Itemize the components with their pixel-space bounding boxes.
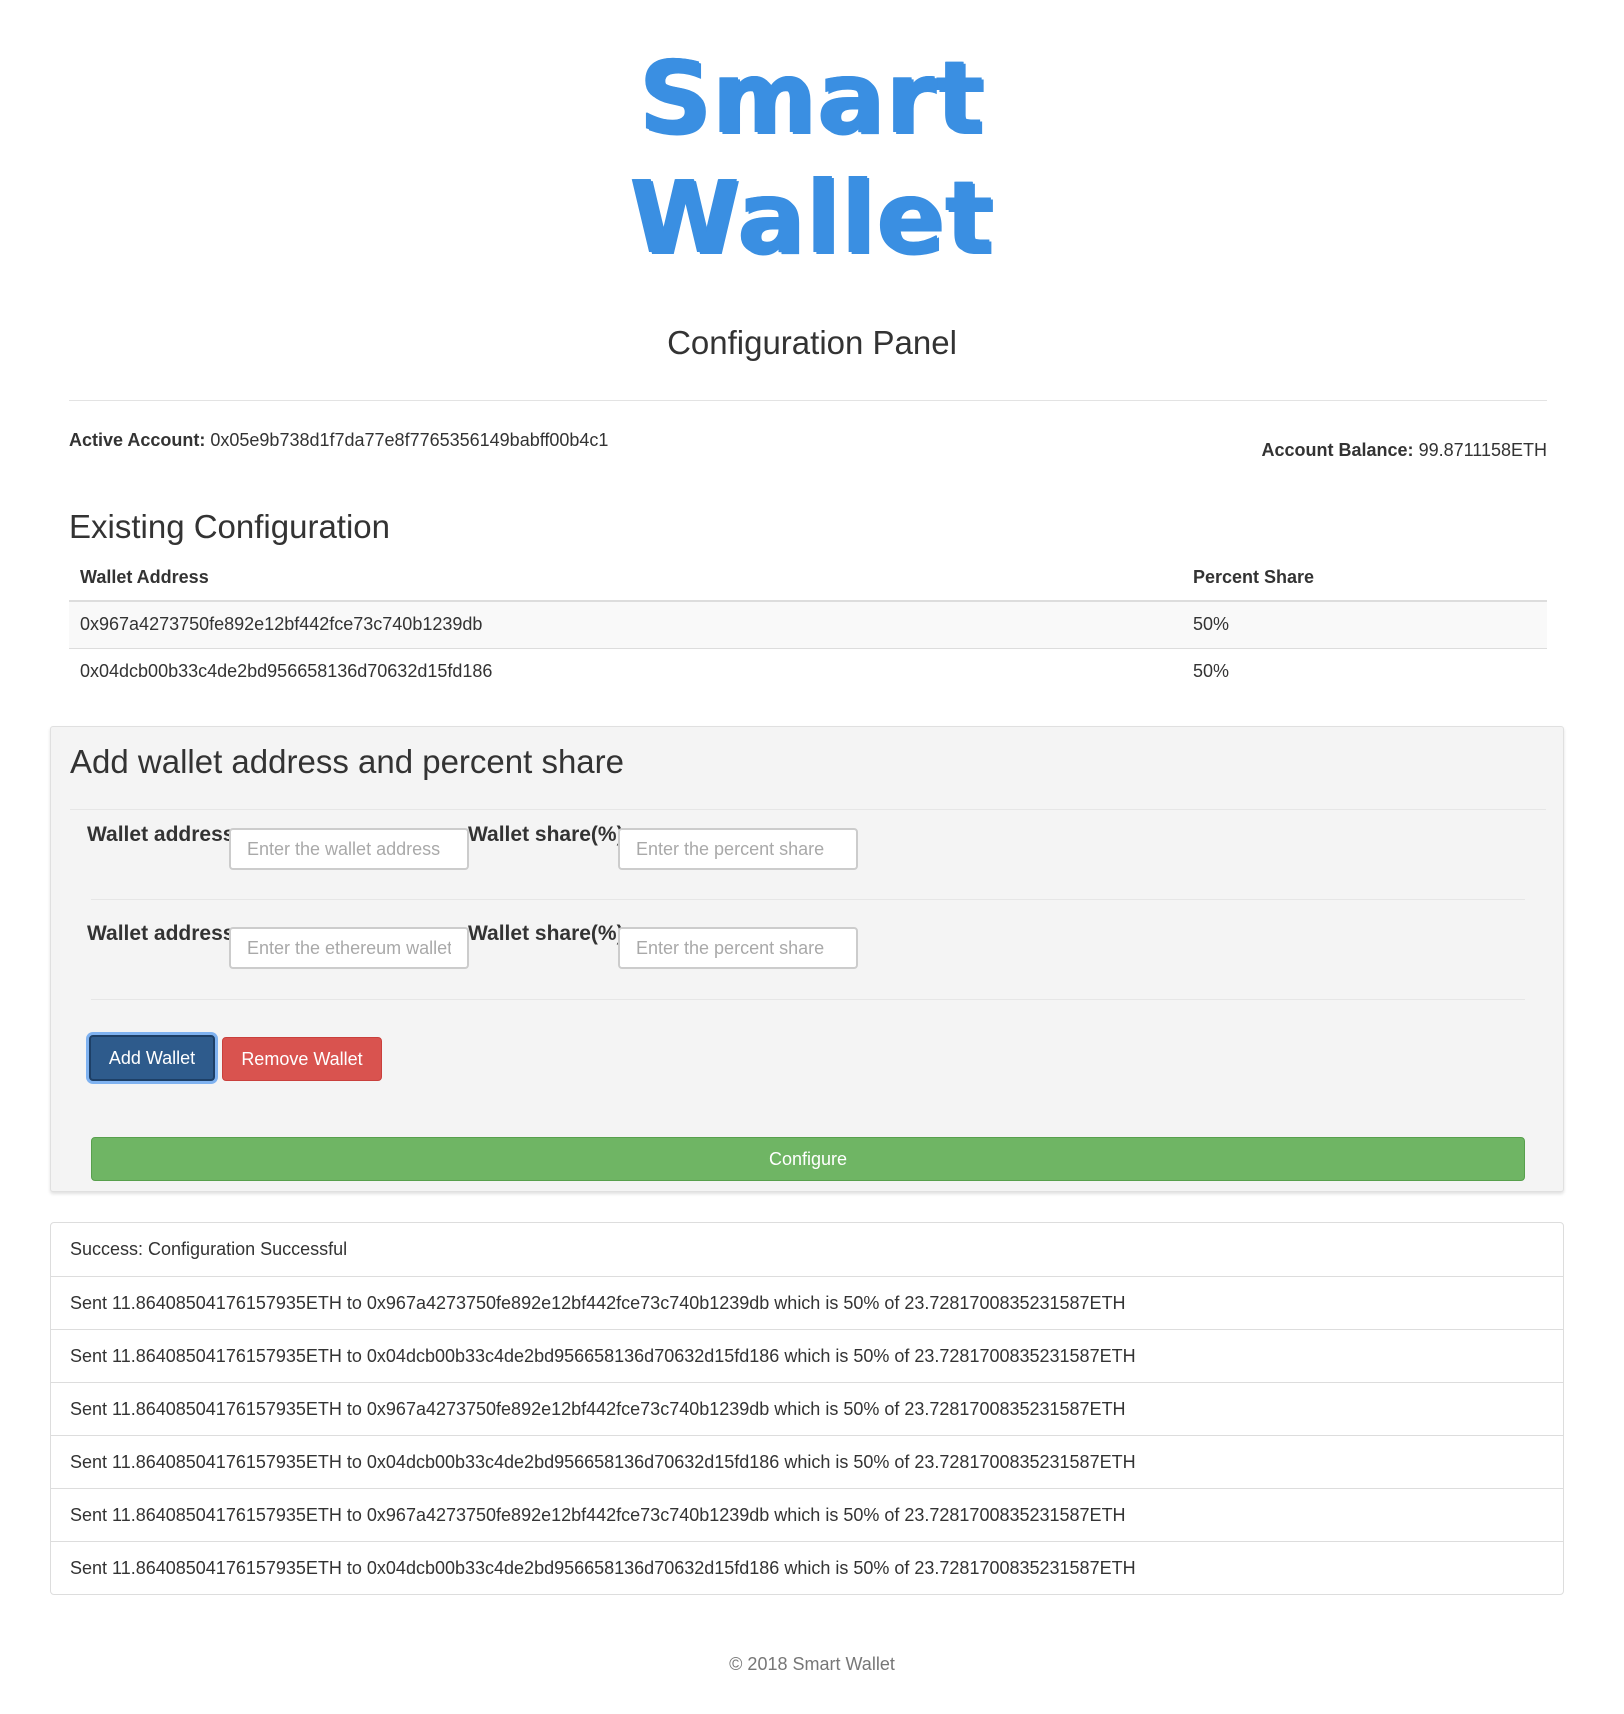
wallet-address-cell: 0x04dcb00b33c4de2bd956658136d70632d15fd1… xyxy=(69,648,1182,695)
wallet-share-label: Wallet share(%) xyxy=(468,922,624,945)
logo-line-1: Smart xyxy=(639,39,985,156)
list-item: Sent 11.86408504176157935ETH to 0x967a42… xyxy=(51,1276,1563,1329)
row-divider xyxy=(91,899,1525,900)
column-header-percent-share: Percent Share xyxy=(1182,555,1547,602)
existing-configuration-title: Existing Configuration xyxy=(69,508,391,545)
active-account-value: 0x05e9b738d1f7da77e8f7765356149babff00b4… xyxy=(210,430,609,450)
add-wallet-panel: Add wallet address and percent share Wal… xyxy=(50,726,1564,1192)
percent-share-cell: 50% xyxy=(1182,648,1547,695)
page: Smart Wallet Configuration Panel Active … xyxy=(0,0,1624,1714)
list-item: Sent 11.86408504176157935ETH to 0x967a42… xyxy=(51,1488,1563,1541)
list-item: Sent 11.86408504176157935ETH to 0x04dcb0… xyxy=(51,1329,1563,1382)
wallet-address-input[interactable] xyxy=(229,927,469,969)
percent-share-cell: 50% xyxy=(1182,600,1547,649)
active-account-label: Active Account: xyxy=(69,430,206,450)
logo-line-2: Wallet xyxy=(629,159,995,276)
configure-button[interactable]: Configure xyxy=(91,1137,1525,1181)
active-account: Active Account: 0x05e9b738d1f7da77e8f776… xyxy=(69,430,608,451)
account-balance-value: 99.8711158ETH xyxy=(1418,440,1547,460)
account-balance: Account Balance: 99.8711158ETH xyxy=(1262,440,1548,461)
column-header-wallet-address: Wallet Address xyxy=(69,555,1182,602)
account-balance-label: Account Balance: xyxy=(1261,440,1414,460)
table-row: 0x967a4273750fe892e12bf442fce73c740b1239… xyxy=(69,600,1547,649)
add-panel-divider xyxy=(70,809,1546,810)
transaction-log: Success: Configuration Successful Sent 1… xyxy=(50,1222,1564,1595)
log-status-item: Success: Configuration Successful xyxy=(70,1239,348,1259)
app-logo: Smart Wallet xyxy=(0,38,1624,278)
table-row: 0x04dcb00b33c4de2bd956658136d70632d15fd1… xyxy=(69,648,1547,695)
wallet-address-input[interactable] xyxy=(229,828,469,870)
remove-wallet-button[interactable]: Remove Wallet xyxy=(222,1037,382,1081)
wallet-address-label: Wallet address xyxy=(87,922,235,945)
wallet-share-input[interactable] xyxy=(618,828,858,870)
existing-configuration-table: Wallet Address Percent Share 0x967a42737… xyxy=(69,555,1547,695)
page-title: Configuration Panel xyxy=(667,324,957,361)
table-header-row: Wallet Address Percent Share xyxy=(69,555,1547,602)
footer-copyright: © 2018 Smart Wallet xyxy=(729,1654,895,1674)
wallet-address-cell: 0x967a4273750fe892e12bf442fce73c740b1239… xyxy=(69,600,1182,649)
list-item: Sent 11.86408504176157935ETH to 0x04dcb0… xyxy=(51,1435,1563,1488)
wallet-share-input[interactable] xyxy=(618,927,858,969)
header-divider xyxy=(69,400,1547,401)
add-wallet-button[interactable]: Add Wallet xyxy=(89,1035,215,1081)
list-item: Sent 11.86408504176157935ETH to 0x04dcb0… xyxy=(51,1541,1563,1594)
row-divider xyxy=(91,999,1525,1000)
list-item: Sent 11.86408504176157935ETH to 0x967a42… xyxy=(51,1382,1563,1435)
